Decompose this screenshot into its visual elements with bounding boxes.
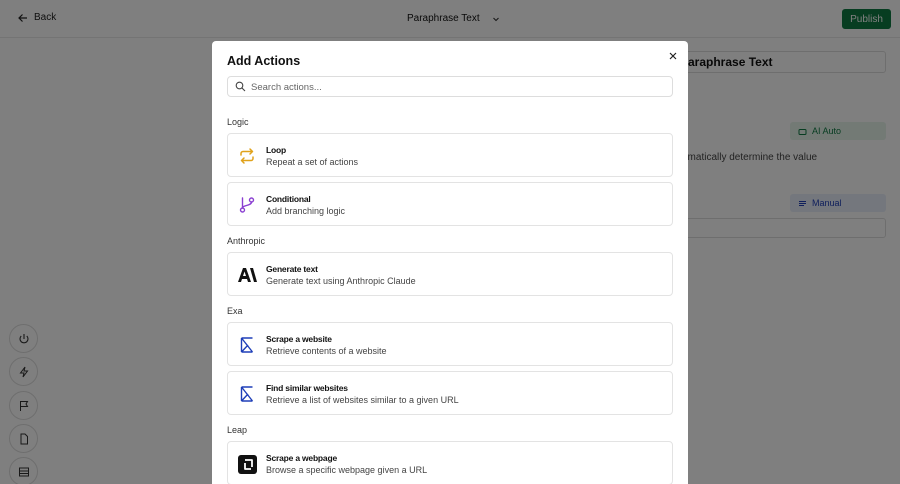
loop-icon — [240, 148, 254, 164]
exa-icon — [240, 337, 254, 353]
close-button[interactable] — [667, 50, 679, 62]
add-actions-dialog: Add Actions Logic Loop Repeat a set of a… — [212, 41, 688, 484]
section-label-logic: Logic — [227, 117, 249, 127]
anthropic-icon — [237, 268, 257, 282]
search-box[interactable] — [227, 76, 673, 97]
exa-icon — [240, 386, 254, 402]
action-scrape-webpage[interactable]: Scrape a webpage Browse a specific webpa… — [227, 441, 673, 484]
section-label-leap: Leap — [227, 425, 248, 435]
section-label-anthropic: Anthropic — [227, 236, 266, 246]
action-name: Conditional — [266, 194, 311, 204]
action-name: Find similar websites — [266, 383, 348, 393]
action-desc: Browse a specific webpage given a URL — [266, 465, 428, 475]
search-icon — [235, 81, 246, 92]
action-desc: Generate text using Anthropic Claude — [266, 276, 416, 286]
action-name: Scrape a webpage — [266, 453, 337, 463]
section-label-exa: Exa — [227, 306, 243, 316]
branch-icon — [239, 197, 255, 213]
action-scrape-website[interactable]: Scrape a website Retrieve contents of a … — [227, 322, 673, 366]
action-loop[interactable]: Loop Repeat a set of actions — [227, 133, 673, 177]
leap-icon — [237, 454, 257, 474]
action-desc: Add branching logic — [266, 206, 346, 216]
action-desc: Retrieve contents of a website — [266, 346, 387, 356]
search-input[interactable] — [251, 79, 661, 95]
action-conditional[interactable]: Conditional Add branching logic — [227, 182, 673, 226]
action-name: Scrape a website — [266, 334, 332, 344]
dialog-title: Add Actions — [227, 54, 301, 68]
action-desc: Repeat a set of actions — [266, 157, 359, 167]
action-desc: Retrieve a list of websites similar to a… — [266, 395, 459, 405]
action-find-similar-websites[interactable]: Find similar websites Retrieve a list of… — [227, 371, 673, 415]
action-name: Generate text — [266, 264, 318, 274]
close-icon — [669, 52, 677, 60]
action-name: Loop — [266, 145, 286, 155]
action-generate-text[interactable]: Generate text Generate text using Anthro… — [227, 252, 673, 296]
